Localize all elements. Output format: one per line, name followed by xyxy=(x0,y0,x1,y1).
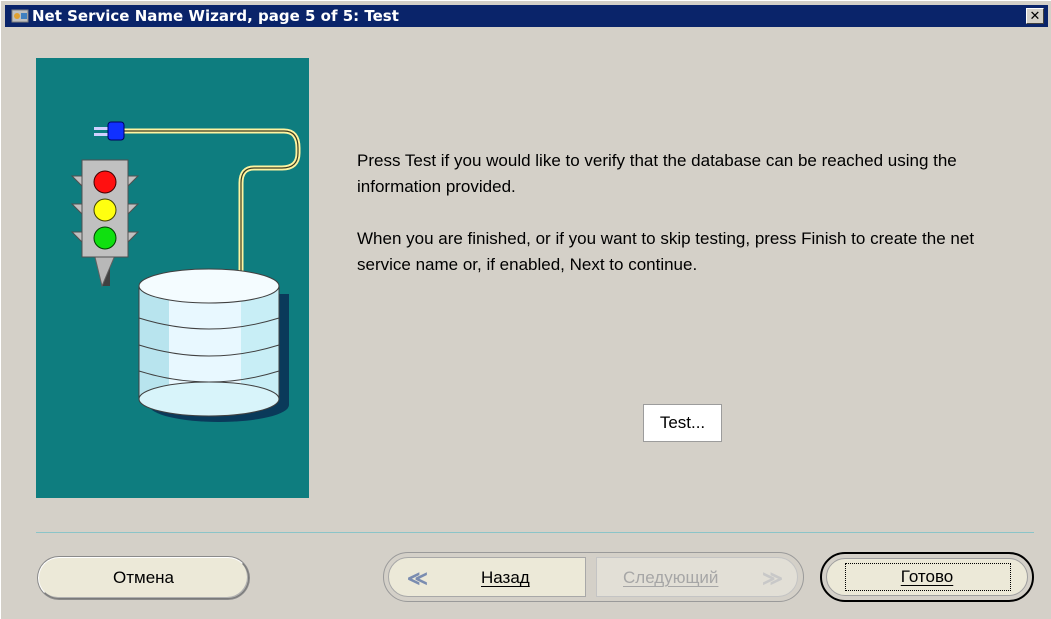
wizard-icon xyxy=(11,9,29,23)
instructions-text: Press Test if you would like to verify t… xyxy=(357,148,1017,278)
database-icon xyxy=(138,268,289,422)
plug-icon xyxy=(94,121,125,141)
close-button[interactable]: ✕ xyxy=(1026,8,1044,24)
navigation-button-group: ≪ Назад Следующий ≫ xyxy=(383,552,804,602)
instructions-paragraph-1: Press Test if you would like to verify t… xyxy=(357,151,957,196)
cable xyxy=(124,128,301,288)
illustration-graphic xyxy=(70,121,301,422)
back-button[interactable]: ≪ Назад xyxy=(388,557,586,597)
cancel-button-label: Отмена xyxy=(113,568,174,587)
title-bar[interactable]: Net Service Name Wizard, page 5 of 5: Te… xyxy=(5,5,1048,27)
traffic-light-icon xyxy=(70,159,140,288)
wizard-window: Net Service Name Wizard, page 5 of 5: Te… xyxy=(0,0,1051,619)
cancel-button[interactable]: Отмена xyxy=(38,557,249,599)
next-button[interactable]: Следующий ≫ xyxy=(596,557,798,597)
test-button[interactable]: Test... xyxy=(643,404,722,442)
footer-separator xyxy=(36,532,1034,533)
back-button-label: Назад xyxy=(481,568,530,587)
finish-button-face: Готово xyxy=(826,558,1028,596)
chevron-left-icon: ≪ xyxy=(407,568,428,590)
chevron-right-icon: ≫ xyxy=(762,568,783,590)
instructions-paragraph-2: When you are finished, or if you want to… xyxy=(357,229,975,274)
wizard-illustration xyxy=(36,58,309,498)
next-button-label: Следующий xyxy=(623,568,719,587)
finish-button[interactable]: Готово xyxy=(820,552,1034,602)
window-title: Net Service Name Wizard, page 5 of 5: Te… xyxy=(32,7,399,25)
finish-button-label: Готово xyxy=(900,567,954,586)
test-button-label: Test... xyxy=(659,413,706,432)
close-icon: ✕ xyxy=(1029,8,1041,24)
